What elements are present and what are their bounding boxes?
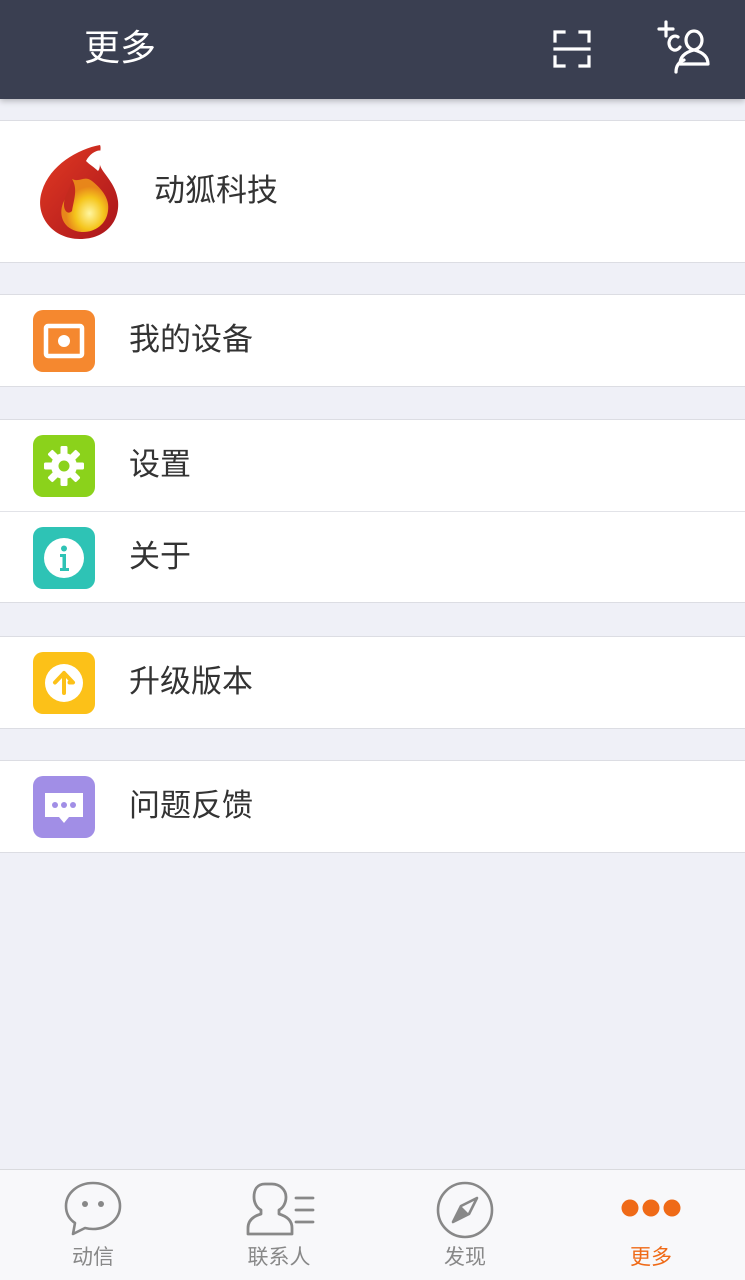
tab-contacts[interactable]: 联系人 bbox=[186, 1170, 372, 1280]
fox-logo-icon bbox=[40, 145, 119, 239]
scan-button[interactable] bbox=[549, 26, 595, 72]
menu-item-label: 我的设备 bbox=[129, 322, 253, 358]
menu-item-settings[interactable]: 设置 bbox=[0, 420, 745, 511]
device-icon bbox=[33, 310, 95, 372]
menu-item-upgrade[interactable]: 升级版本 bbox=[0, 637, 745, 728]
upgrade-icon bbox=[33, 652, 95, 714]
profile-name: 动狐科技 bbox=[154, 173, 278, 209]
tab-label: 更多 bbox=[630, 1245, 672, 1269]
menu-item-label: 关于 bbox=[129, 539, 191, 575]
top-app-bar: 更多 bbox=[0, 0, 745, 99]
menu-item-label: 设置 bbox=[129, 447, 191, 483]
tab-more[interactable]: 更多 bbox=[558, 1170, 744, 1280]
profile-group: 动狐科技 bbox=[0, 120, 745, 263]
tab-label: 发现 bbox=[444, 1245, 486, 1269]
compass-icon bbox=[436, 1181, 494, 1239]
tab-discover[interactable]: 发现 bbox=[372, 1170, 558, 1280]
menu-item-my-devices[interactable]: 我的设备 bbox=[0, 295, 745, 386]
menu-item-about[interactable]: 关于 bbox=[0, 511, 745, 602]
feedback-icon bbox=[33, 776, 95, 838]
contacts-icon bbox=[246, 1182, 315, 1236]
chat-bubble-icon bbox=[64, 1181, 122, 1236]
scan-icon bbox=[553, 30, 591, 68]
menu-item-label: 升级版本 bbox=[129, 664, 253, 700]
info-icon bbox=[33, 527, 95, 589]
bottom-tab-bar: 动信 联系人 发现 更多 bbox=[0, 1169, 745, 1280]
menu-item-label: 问题反馈 bbox=[129, 788, 253, 824]
tab-label: 联系人 bbox=[247, 1245, 311, 1269]
gear-icon bbox=[33, 435, 95, 497]
menu-group-device: 我的设备 bbox=[0, 294, 745, 387]
more-dots-icon bbox=[621, 1199, 681, 1217]
menu-group-feedback: 问题反馈 bbox=[0, 760, 745, 853]
add-contact-icon bbox=[657, 20, 710, 74]
menu-group-upgrade: 升级版本 bbox=[0, 636, 745, 729]
profile-row[interactable]: 动狐科技 bbox=[0, 121, 745, 262]
page-title: 更多 bbox=[84, 28, 157, 69]
tab-label: 动信 bbox=[72, 1245, 114, 1269]
menu-item-feedback[interactable]: 问题反馈 bbox=[0, 761, 745, 852]
add-contact-button[interactable] bbox=[656, 20, 714, 76]
menu-group-settings: 设置 关于 bbox=[0, 419, 745, 603]
tab-messages[interactable]: 动信 bbox=[0, 1170, 186, 1280]
